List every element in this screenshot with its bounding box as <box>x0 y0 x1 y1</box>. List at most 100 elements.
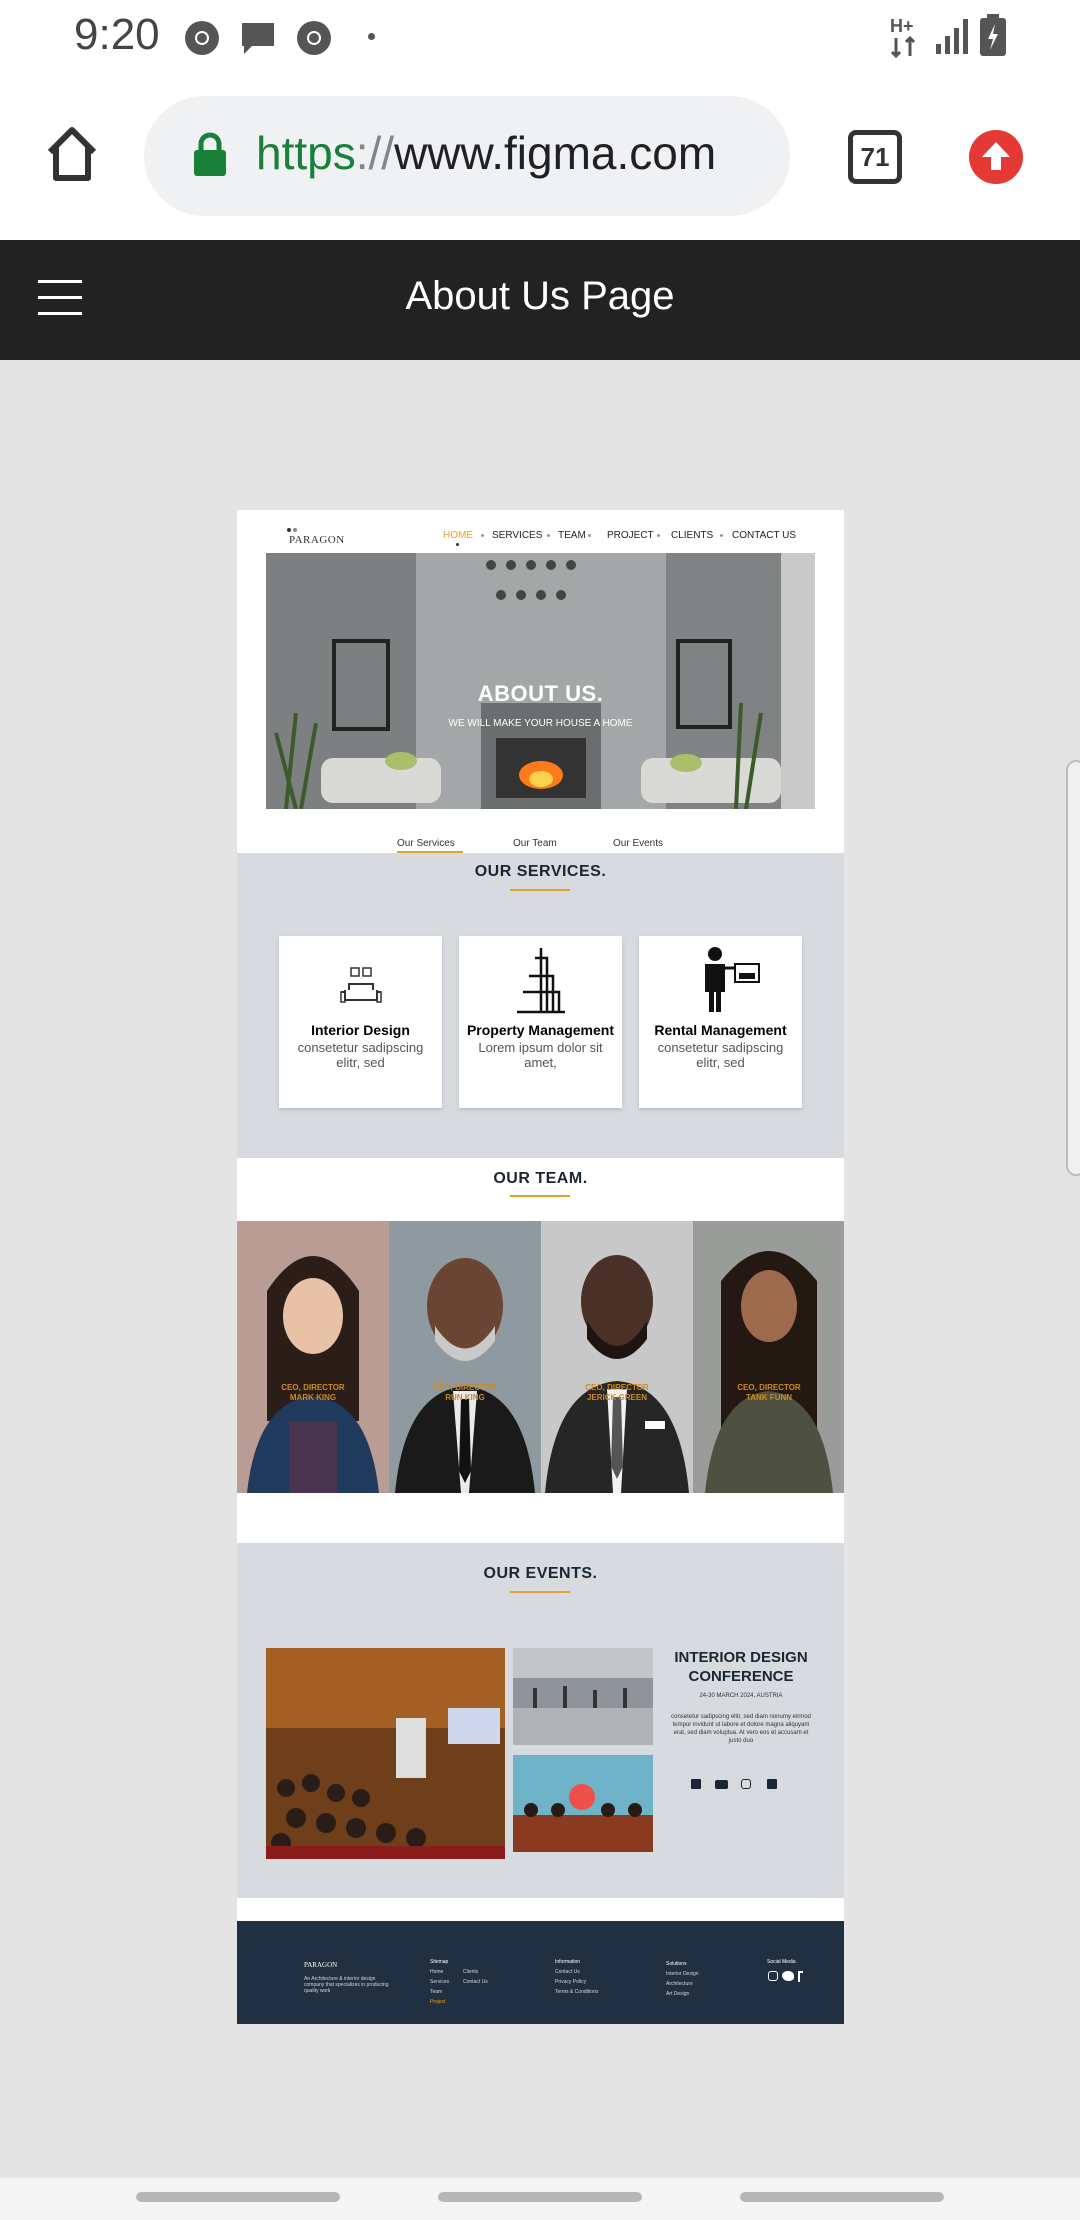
team-member-role: CEO, DIRECTOR <box>585 1383 649 1392</box>
footer-link[interactable]: Contact Us <box>463 1979 488 1985</box>
footer-link[interactable]: Clients <box>463 1969 478 1975</box>
service-title: Property Management <box>466 1022 615 1038</box>
team-member-card[interactable]: CEO, DIRECTOR TANK FUNN <box>693 1221 844 1493</box>
nav-contact[interactable]: CONTACT US <box>732 530 796 541</box>
status-time: 9:20 <box>74 10 160 59</box>
chrome-icon <box>297 21 331 55</box>
skyscraper-icon <box>517 948 565 1014</box>
tab-count: 71 <box>860 142 890 172</box>
service-card-interior-design[interactable]: Interior Design consetetur sadipscing el… <box>279 936 442 1108</box>
url-text: https://www.figma.com <box>256 126 716 180</box>
nav-separator <box>720 534 723 537</box>
portrait-image <box>237 1221 389 1493</box>
facebook-icon[interactable] <box>798 1971 803 1982</box>
service-card-rental-management[interactable]: Rental Management consetetur sadipscing … <box>639 936 802 1108</box>
nav-project[interactable]: PROJECT <box>607 530 654 541</box>
team-member-name: RUN KING <box>445 1393 485 1402</box>
team-member-card[interactable]: CEO, DIRECTOR JERICK GREEN <box>541 1221 693 1493</box>
team-member-label: CEO, DIRECTOR RUN KING <box>389 1383 541 1403</box>
service-desc: consetetur sadipscing elitr, sed <box>657 1040 784 1070</box>
footer-solutions-title: Solutions <box>666 1961 687 1967</box>
hero-title: ABOUT US. <box>477 681 604 706</box>
services-title-underline <box>510 889 570 891</box>
footer-link[interactable]: Terms & Conditions <box>555 1989 598 1995</box>
team-member-label: CEO, DIRECTOR JERICK GREEN <box>541 1383 693 1403</box>
side-panel-handle[interactable] <box>1066 760 1080 1176</box>
team-title: OUR TEAM. <box>493 1170 588 1187</box>
address-bar[interactable]: https://www.figma.com <box>144 96 790 216</box>
events-section: OUR EVENTS. INTERIOR DESIGN CONFERENCE 2… <box>237 1543 844 1898</box>
portrait-image <box>693 1221 844 1493</box>
conference-hall-image[interactable] <box>266 1648 505 1859</box>
nav-services[interactable]: SERVICES <box>492 530 542 541</box>
portrait-image <box>541 1221 693 1493</box>
tab-switcher-button[interactable]: 71 <box>848 130 902 184</box>
youtube-icon[interactable] <box>715 1780 728 1789</box>
footer-link[interactable]: Project <box>430 1999 446 2005</box>
team-member-name: JERICK GREEN <box>586 1393 647 1402</box>
tab-our-events[interactable]: Our Events <box>613 838 663 849</box>
site-footer: PARAGON An Architecture & interior desig… <box>237 1921 844 2024</box>
nav-clients[interactable]: CLIENTS <box>671 530 713 541</box>
instagram-icon[interactable] <box>741 1779 751 1789</box>
home-icon[interactable] <box>42 124 102 184</box>
footer-info-title: Information <box>555 1959 581 1965</box>
logo-dot-icon <box>293 528 297 532</box>
twitter-icon[interactable] <box>782 1971 794 1981</box>
nav-separator <box>588 534 591 537</box>
nav-team[interactable]: TEAM <box>558 530 586 541</box>
footer-link[interactable]: Services <box>430 1979 449 1985</box>
url-scheme: https <box>256 127 356 179</box>
url-separator: :// <box>355 127 395 179</box>
exhibition-hall-image[interactable] <box>513 1648 653 1745</box>
service-title: Interior Design <box>311 1022 410 1038</box>
logo-dot-icon <box>287 528 291 532</box>
service-card-property-management[interactable]: Property Management Lorem ipsum dolor si… <box>459 936 622 1108</box>
hero-image: ABOUT US. WE WILL MAKE YOUR HOUSE A HOME <box>266 553 815 809</box>
footer-social-title: Social Media <box>767 1959 796 1965</box>
panel-discussion-image[interactable] <box>513 1755 653 1852</box>
battery-icon <box>980 14 1006 56</box>
event-title-line2: CONFERENCE <box>688 1668 794 1685</box>
url-host: www.figma.com <box>394 127 717 179</box>
nav-gesture-pill-right[interactable] <box>740 2192 944 2202</box>
footer-link[interactable]: Team <box>430 1989 442 1995</box>
message-icon <box>242 23 274 54</box>
sofa-icon <box>340 967 382 1003</box>
page-title: About Us Page <box>405 274 675 318</box>
figma-canvas[interactable]: PARAGON HOME SERVICES TEAM PROJECT CLIEN… <box>0 360 1080 2178</box>
design-frame[interactable]: PARAGON HOME SERVICES TEAM PROJECT CLIEN… <box>237 510 844 2024</box>
footer-link[interactable]: Interior Design <box>666 1971 699 1977</box>
update-icon[interactable] <box>968 129 1024 185</box>
nav-gesture-pill-left[interactable] <box>136 2192 340 2202</box>
footer-link[interactable]: Home <box>430 1969 443 1975</box>
instagram-icon[interactable] <box>768 1971 778 1981</box>
team-member-card[interactable]: CEO, DIRECTOR MARK KING <box>237 1221 389 1493</box>
footer-link[interactable]: Art Design <box>666 1991 689 1997</box>
event-title-line1: INTERIOR DESIGN <box>674 1649 808 1666</box>
nav-gesture-pill-center[interactable] <box>438 2192 642 2202</box>
footer-link[interactable]: Architecture <box>666 1981 693 1987</box>
event-description: consetetur sadipscing elitr, sed diam no… <box>671 1714 811 1744</box>
footer-link[interactable]: Privacy Policy <box>555 1979 586 1985</box>
team-member-name: TANK FUNN <box>745 1393 793 1402</box>
events-title-underline <box>510 1591 570 1593</box>
team-member-role: CEO, DIRECTOR <box>737 1383 801 1392</box>
services-section: OUR SERVICES. Interior Design consetetur… <box>237 853 844 1158</box>
footer-link[interactable]: Contact Us <box>555 1969 580 1975</box>
notification-dot-icon <box>368 33 375 40</box>
facebook-icon[interactable] <box>691 1779 701 1789</box>
team-member-role: CEO, DIRECTOR <box>281 1383 345 1392</box>
tab-our-team[interactable]: Our Team <box>513 838 557 849</box>
nav-separator <box>547 534 550 537</box>
nav-active-indicator <box>456 543 459 546</box>
hero-subtitle: WE WILL MAKE YOUR HOUSE A HOME <box>448 718 633 729</box>
tab-our-services[interactable]: Our Services <box>397 838 455 849</box>
twitter-icon[interactable] <box>767 1779 777 1789</box>
nav-home[interactable]: HOME <box>443 530 473 541</box>
nav-separator <box>481 534 484 537</box>
team-member-card[interactable]: CEO, DIRECTOR RUN KING <box>389 1221 541 1493</box>
portrait-image <box>389 1221 541 1493</box>
for-rent-agent-icon <box>705 947 760 1012</box>
team-title-underline <box>510 1195 570 1197</box>
